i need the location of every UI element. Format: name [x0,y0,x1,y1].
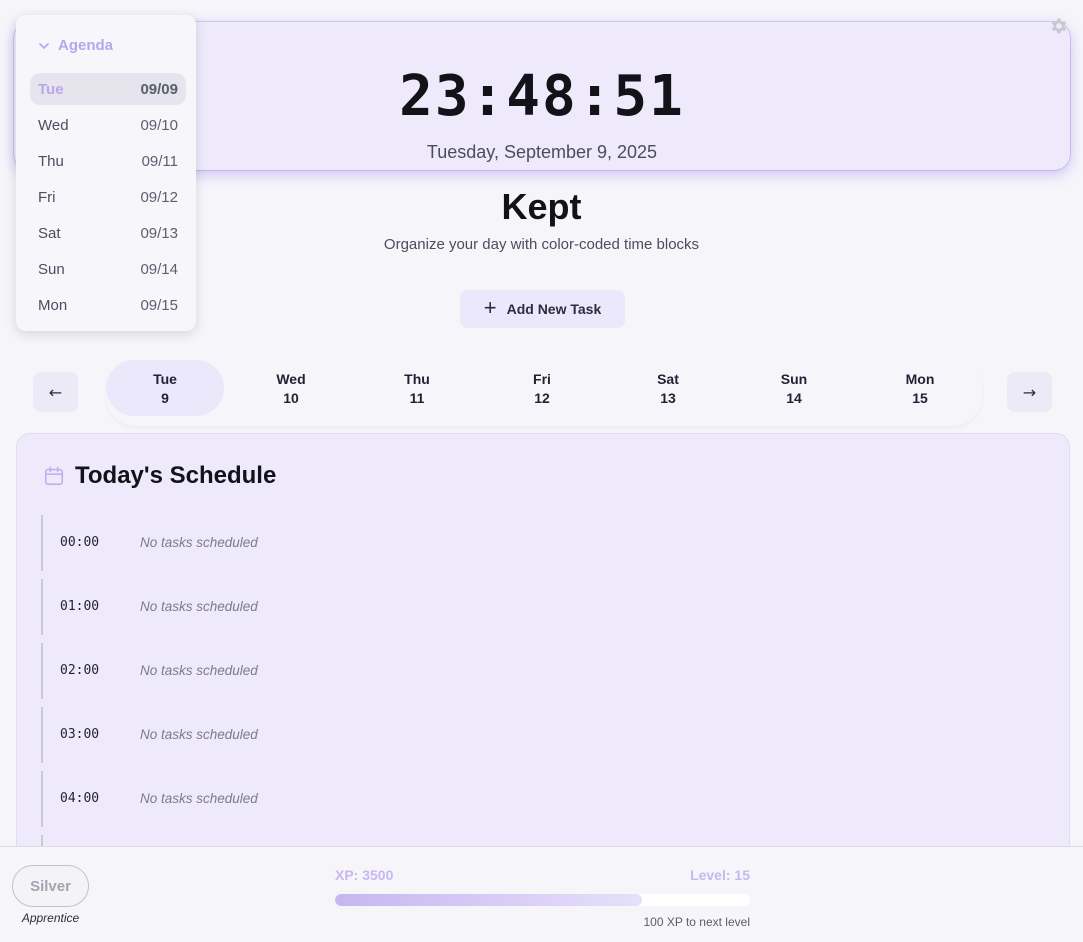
slot-time: 00:00 [60,535,100,550]
week-day-name: Wed [276,370,306,387]
agenda-day: Mon [38,296,68,314]
agenda-item[interactable]: Mon 09/15 [30,289,186,321]
agenda-date: 09/09 [140,80,178,98]
week-day-name: Fri [533,370,551,387]
week-day-tue[interactable]: Tue 9 [106,360,224,416]
week-day-number: 10 [283,389,299,406]
agenda-item[interactable]: Tue 09/09 [30,73,186,105]
agenda-date: 09/10 [140,116,178,134]
week-day-name: Thu [404,370,430,387]
week-day-mon[interactable]: Mon 15 [861,360,979,416]
week-day-number: 15 [912,389,928,406]
agenda-date: 09/15 [140,296,178,314]
time-slot[interactable]: 00:00 No tasks scheduled [41,515,1041,571]
agenda-date: 09/14 [140,260,178,278]
agenda-day: Thu [38,152,64,170]
slot-time: 01:00 [60,599,100,614]
slot-empty-text: No tasks scheduled [140,791,258,806]
agenda-dropdown: Agenda Tue 09/09 Wed 09/10 Thu 09/11 Fri… [16,15,196,331]
rank-badge[interactable]: Silver [12,865,89,907]
week-day-sun[interactable]: Sun 14 [735,360,853,416]
time-slot[interactable]: 04:00 No tasks scheduled [41,771,1041,827]
week-day-number: 9 [161,389,169,406]
schedule-title: Today's Schedule [75,462,277,489]
xp-label: XP: 3500 [335,867,394,883]
agenda-toggle[interactable]: Agenda [38,37,113,54]
add-task-label: Add New Task [506,301,602,317]
next-week-button[interactable]: → [1007,372,1052,412]
slot-empty-text: No tasks scheduled [140,663,258,678]
agenda-day: Sun [38,260,65,278]
progress-footer: Silver Apprentice XP: 3500 Level: 15 100… [0,846,1083,942]
week-day-number: 14 [786,389,802,406]
xp-progress-bar [335,894,750,906]
prev-week-button[interactable]: ← [33,372,78,412]
level-label: Level: 15 [690,867,750,883]
agenda-day: Tue [38,80,64,98]
week-day-name: Sun [780,370,808,387]
agenda-day: Wed [38,116,69,134]
week-day-number: 12 [534,389,550,406]
week-day-sat[interactable]: Sat 13 [609,360,727,416]
xp-next-level-text: 100 XP to next level [643,915,750,929]
schedule-panel: Today's Schedule 00:00 No tasks schedule… [16,433,1070,865]
agenda-day: Fri [38,188,56,206]
calendar-icon [44,466,64,486]
rank-title: Apprentice [21,911,80,925]
week-day-thu[interactable]: Thu 11 [358,360,476,416]
add-task-button[interactable]: + Add New Task [460,290,625,328]
agenda-item[interactable]: Thu 09/11 [30,145,186,177]
agenda-date: 09/11 [141,152,178,170]
time-slot[interactable]: 03:00 No tasks scheduled [41,707,1041,763]
slot-time: 02:00 [60,663,100,678]
agenda-date: 09/13 [140,224,178,242]
plus-icon: + [483,295,497,320]
week-day-fri[interactable]: Fri 12 [483,360,601,416]
slot-time: 04:00 [60,791,100,806]
schedule-header: Today's Schedule [43,462,276,490]
week-day-name: Tue [153,370,177,387]
week-day-wed[interactable]: Wed 10 [232,360,350,416]
xp-progress-fill [335,894,643,906]
agenda-item[interactable]: Sun 09/14 [30,253,186,285]
slot-empty-text: No tasks scheduled [140,535,258,550]
agenda-day: Sat [38,224,61,242]
chevron-down-icon [39,42,49,49]
agenda-date: 09/12 [140,188,178,206]
slot-empty-text: No tasks scheduled [140,599,258,614]
time-slot[interactable]: 02:00 No tasks scheduled [41,643,1041,699]
week-day-name: Mon [905,370,935,387]
agenda-title: Agenda [58,37,114,54]
gear-icon[interactable] [1049,16,1069,36]
agenda-item[interactable]: Fri 09/12 [30,181,186,213]
week-strip: Tue 9 Wed 10 Thu 11 Fri 12 Sat 13 Sun 14… [106,360,982,426]
week-day-number: 11 [409,389,425,406]
week-day-number: 13 [660,389,676,406]
agenda-item[interactable]: Sat 09/13 [30,217,186,249]
week-day-name: Sat [657,370,679,387]
slot-empty-text: No tasks scheduled [140,727,258,742]
time-slot[interactable]: 01:00 No tasks scheduled [41,579,1041,635]
agenda-item[interactable]: Wed 09/10 [30,109,186,141]
slot-time: 03:00 [60,727,100,742]
